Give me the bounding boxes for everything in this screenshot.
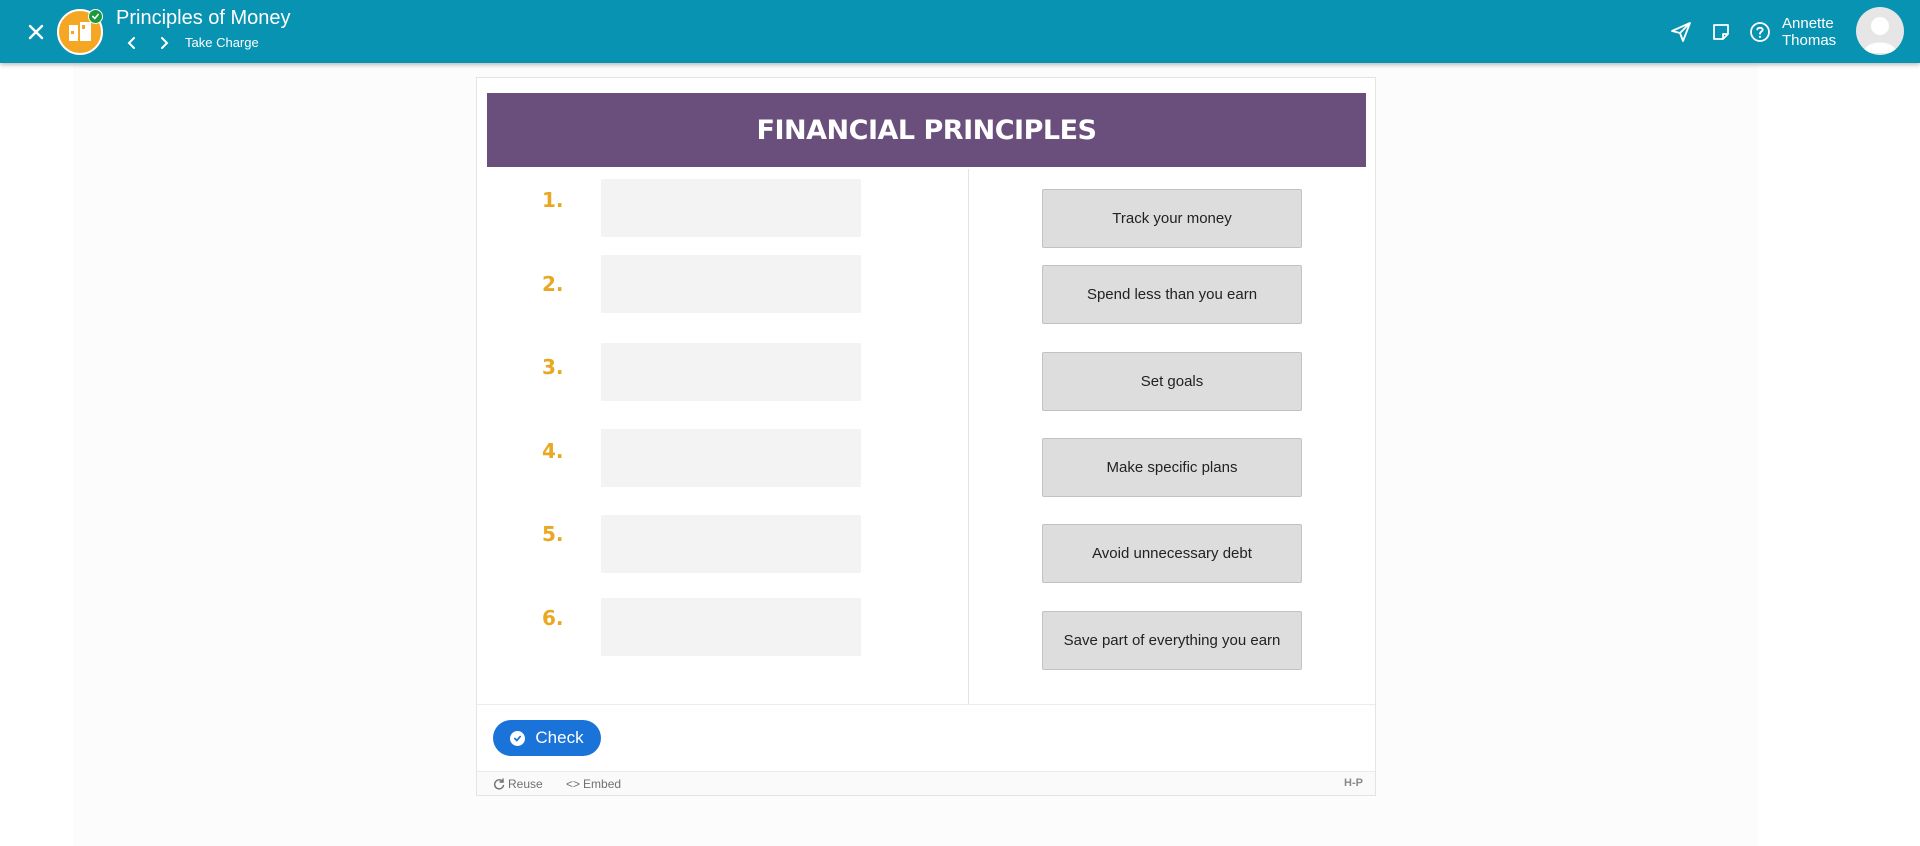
check-button[interactable]: Check [493, 720, 601, 756]
user-name[interactable]: Annette Thomas [1782, 15, 1836, 49]
reuse-label: Reuse [508, 777, 543, 791]
drop-zone-5[interactable] [601, 515, 861, 573]
number-label: 2. [542, 272, 564, 296]
check-circle-icon [510, 730, 526, 746]
book-icon [69, 22, 91, 41]
embed-label: Embed [583, 777, 622, 791]
draggable-make-plans[interactable]: Make specific plans [1042, 438, 1302, 497]
h5p-logo[interactable]: H-P [1344, 777, 1363, 789]
section-label[interactable]: Take Charge [185, 35, 259, 50]
drop-zone-1[interactable] [601, 179, 861, 237]
user-first-name: Annette [1782, 15, 1834, 32]
help-icon [1750, 22, 1770, 42]
draggable-spend-less[interactable]: Spend less than you earn [1042, 265, 1302, 324]
code-icon: <> [566, 777, 581, 791]
paper-plane-icon [1671, 22, 1691, 42]
course-logo-icon[interactable] [57, 9, 103, 55]
notes-button[interactable] [1708, 19, 1734, 45]
drop-zone-2[interactable] [601, 255, 861, 313]
draggable-save-part[interactable]: Save part of everything you earn [1042, 611, 1302, 670]
completed-check-icon [88, 9, 103, 24]
embed-button[interactable]: <> Embed [566, 777, 621, 791]
send-button[interactable] [1668, 19, 1694, 45]
activity-title: FINANCIAL PRINCIPLES [756, 114, 1097, 146]
draggable-track-your-money[interactable]: Track your money [1042, 189, 1302, 248]
number-label: 5. [542, 522, 564, 546]
drop-zone-4[interactable] [601, 429, 861, 487]
number-label: 3. [542, 355, 564, 379]
chevron-right-icon [161, 37, 169, 49]
note-icon [1713, 24, 1729, 40]
help-button[interactable] [1747, 19, 1773, 45]
number-label: 6. [542, 606, 564, 630]
drop-zone-3[interactable] [601, 343, 861, 401]
draggable-avoid-debt[interactable]: Avoid unnecessary debt [1042, 524, 1302, 583]
chevron-left-icon [127, 37, 135, 49]
course-title: Principles of Money [116, 7, 291, 29]
avatar-icon [1863, 17, 1897, 53]
reuse-button[interactable]: Reuse [493, 777, 543, 791]
number-label: 4. [542, 439, 564, 463]
refresh-icon [493, 778, 505, 790]
check-button-label: Check [535, 728, 584, 747]
previous-button[interactable] [122, 33, 142, 53]
close-icon [28, 24, 44, 40]
user-last-name: Thomas [1782, 32, 1837, 49]
activity-banner: FINANCIAL PRINCIPLES [487, 93, 1366, 167]
h5p-actions-bar: Reuse <> Embed H-P [477, 771, 1375, 795]
drop-zone-6[interactable] [601, 598, 861, 656]
number-label: 1. [542, 188, 564, 212]
drag-and-drop-activity: FINANCIAL PRINCIPLES 1. 2. 3. 4. 5. 6. T… [476, 77, 1376, 796]
avatar[interactable] [1856, 7, 1904, 55]
close-button[interactable] [22, 18, 50, 46]
next-button[interactable] [154, 33, 174, 53]
draggable-set-goals[interactable]: Set goals [1042, 352, 1302, 411]
column-divider [968, 169, 969, 704]
top-bar: Principles of Money Take Charge Annette … [0, 0, 1920, 63]
footer-divider [477, 704, 1375, 705]
